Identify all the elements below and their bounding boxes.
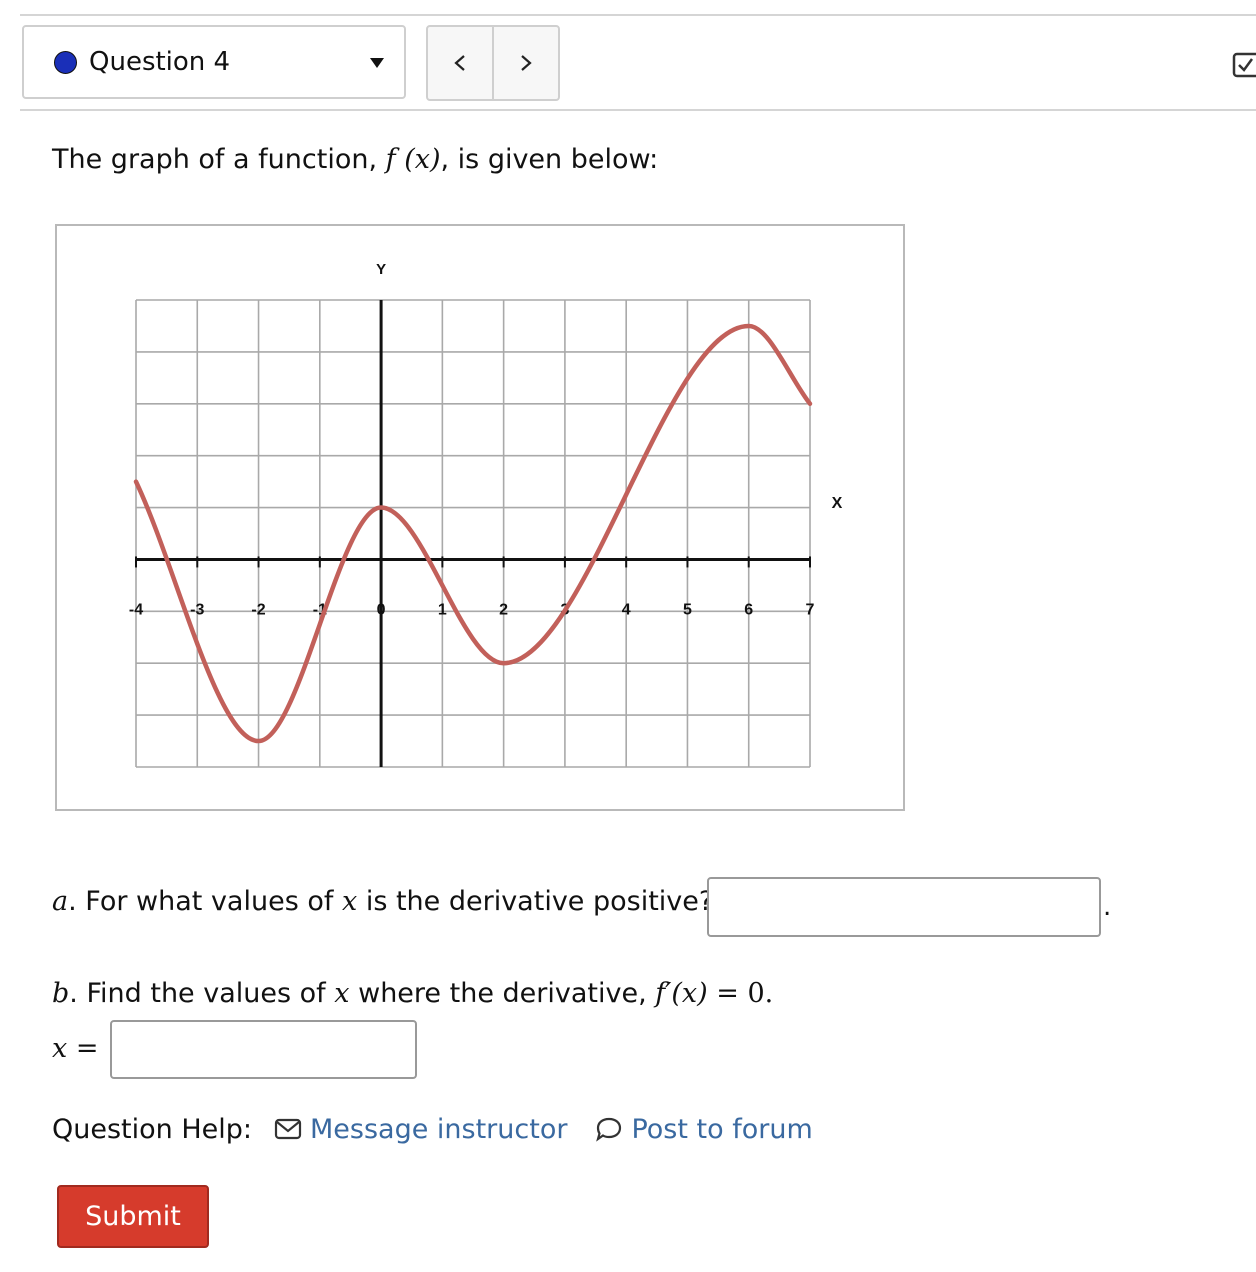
function-graph-svg: -4 -3 -2 -1 0 1 2 3 4 5 6 7YX	[129, 261, 843, 768]
x-tick-label: 1	[438, 601, 447, 618]
part-a-answer-input[interactable]	[707, 877, 1101, 937]
x-tick-label: -3	[190, 601, 204, 618]
chevron-right-icon	[521, 55, 532, 71]
chevron-left-icon	[454, 55, 465, 71]
x-tick-label: 6	[744, 601, 753, 618]
envelope-icon	[274, 1118, 302, 1140]
y-axis-label: Y	[376, 261, 386, 278]
part-a-letter: a	[52, 886, 69, 917]
derivative-notation: f′(x)	[655, 978, 708, 1009]
caret-down-icon	[370, 58, 384, 68]
part-b-letter: b	[52, 978, 70, 1009]
message-instructor-link[interactable]: Message instructor	[274, 1114, 567, 1145]
derivative-equals: = 0.	[716, 978, 774, 1009]
function-graph: -4 -3 -2 -1 0 1 2 3 4 5 6 7 Y X	[55, 224, 905, 811]
part-a-question: a. For what values of x is the derivativ…	[52, 886, 713, 917]
submit-button[interactable]: Submit	[57, 1185, 209, 1248]
part-a-variable: x	[341, 886, 358, 917]
part-b-question: b. Find the values of x where the deriva…	[52, 978, 773, 1009]
function-notation: f (x)	[385, 144, 441, 175]
x-tick-label: 2	[499, 601, 508, 618]
x-tick-label: -4	[129, 601, 143, 618]
answer-prefix-variable: x	[52, 1033, 68, 1064]
part-a-text-end: is the derivative positive?	[365, 886, 714, 917]
intro-text-end: , is given below:	[440, 144, 659, 175]
part-a-trailing-period: .	[1103, 892, 1112, 922]
question-help: Question Help: Message instructor Post t…	[52, 1109, 813, 1149]
checkbox-arrow-icon[interactable]	[1232, 52, 1256, 80]
previous-question-button[interactable]	[428, 27, 492, 99]
part-b-variable: x	[334, 978, 350, 1009]
x-tick-label: -2	[251, 601, 265, 618]
x-axis-label: X	[832, 495, 843, 512]
question-intro: The graph of a function, f (x), is given…	[52, 144, 658, 175]
part-b-text-mid: where the derivative,	[358, 978, 647, 1009]
top-divider	[20, 14, 1256, 16]
part-b-text: . Find the values of	[69, 978, 326, 1009]
part-b-answer-prefix: x =	[52, 1033, 98, 1064]
next-question-button[interactable]	[492, 27, 558, 99]
x-tick-label: 7	[806, 601, 815, 618]
message-instructor-label: Message instructor	[310, 1113, 568, 1145]
question-selector[interactable]: Question 4	[22, 25, 406, 99]
answer-prefix-equals: =	[75, 1033, 99, 1064]
speech-bubble-icon	[596, 1117, 622, 1142]
post-to-forum-label: Post to forum	[631, 1113, 813, 1145]
x-tick-label: 0	[377, 601, 386, 618]
question-nav	[426, 25, 560, 101]
header-divider	[20, 109, 1256, 111]
x-tick-label: 5	[683, 601, 692, 618]
intro-text: The graph of a function,	[52, 144, 378, 175]
function-curve-series-0	[133, 323, 813, 744]
question-help-label: Question Help:	[52, 1113, 252, 1145]
part-a-text: . For what values of	[68, 886, 334, 917]
part-b-answer-input[interactable]	[110, 1020, 417, 1079]
question-selector-label: Question 4	[89, 47, 231, 77]
post-to-forum-link[interactable]: Post to forum	[595, 1113, 813, 1145]
question-status-dot	[54, 50, 77, 74]
x-tick-label: 4	[622, 601, 631, 618]
